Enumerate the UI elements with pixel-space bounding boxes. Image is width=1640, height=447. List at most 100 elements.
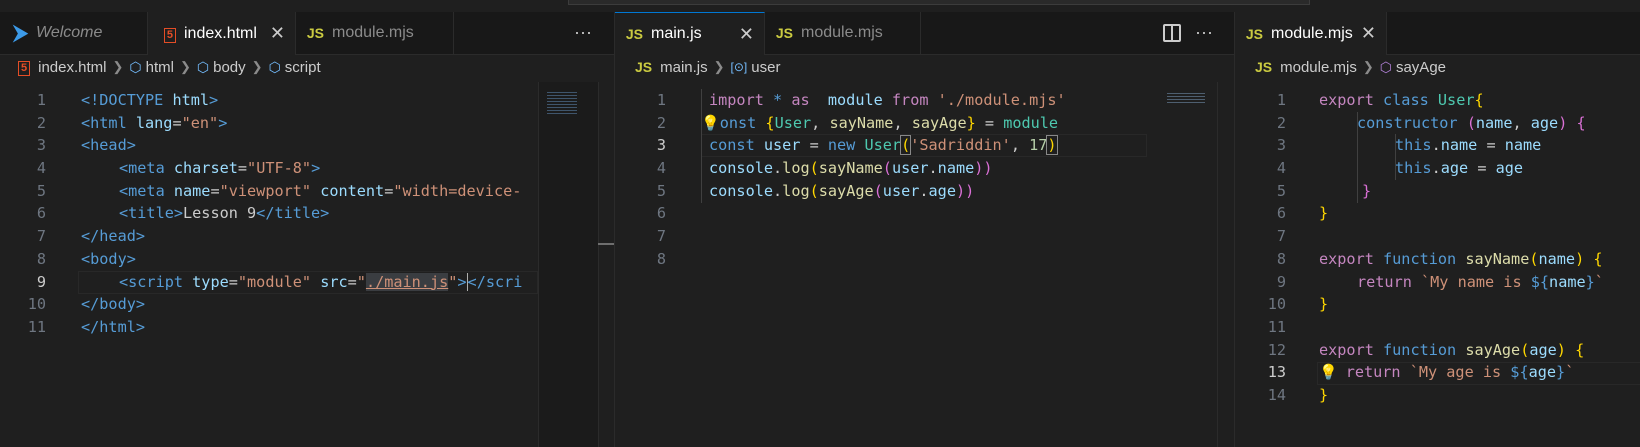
more-actions-icon[interactable]: ··· <box>1195 22 1213 43</box>
code-token: ( <box>1457 113 1476 132</box>
scrollbar-marker <box>598 243 614 245</box>
code-token: name <box>1549 272 1586 291</box>
code-token: = <box>1477 136 1505 155</box>
code-line: 1 import * as module from './module.mjs' <box>615 89 1234 112</box>
tab-module-mjs[interactable]: JS module.mjs ✕ <box>1235 12 1387 55</box>
line-number: 11 <box>1267 317 1286 336</box>
code-token: export <box>1319 91 1374 109</box>
line-number: 7 <box>1276 227 1286 246</box>
code-token: = <box>237 159 248 178</box>
code-line: 1 export class User{ <box>1235 89 1640 112</box>
code-token: } <box>966 113 976 132</box>
code-token: <title> <box>119 204 184 223</box>
code-line: 1 <!DOCTYPE html> <box>0 89 614 112</box>
code-token: </title> <box>256 204 330 223</box>
split-editor-icon[interactable] <box>1163 24 1181 42</box>
code-editor-right[interactable]: 1 export class User{ 2 constructor (name, … <box>1235 89 1640 407</box>
breadcrumb-item[interactable]: html <box>146 59 174 76</box>
code-token: ` <box>1565 363 1575 382</box>
breadcrumb-file[interactable]: module.mjs <box>1280 59 1357 76</box>
code-token: age <box>1528 363 1557 382</box>
code-line: 6} <box>1235 202 1640 225</box>
code-token: sayName <box>818 159 883 178</box>
code-token: name <box>1538 249 1576 268</box>
breadcrumb-item[interactable]: script <box>285 59 321 76</box>
tab-index-html[interactable]: 5 index.html ✕ <box>148 12 296 55</box>
code-token: } <box>1585 272 1595 291</box>
code-token: User <box>774 113 812 132</box>
more-actions-icon[interactable]: ··· <box>574 22 592 43</box>
code-token: return <box>1357 272 1412 291</box>
split-line <box>1171 26 1173 40</box>
tab-welcome[interactable]: ⮞ Welcome <box>0 12 148 54</box>
close-icon[interactable]: ✕ <box>1361 23 1376 44</box>
code-token: name <box>937 159 975 178</box>
code-token: age <box>1530 113 1559 132</box>
close-icon[interactable]: ✕ <box>739 24 754 45</box>
code-token: . <box>1431 159 1441 178</box>
code-token: console <box>709 159 774 178</box>
code-token: name <box>1475 113 1513 132</box>
code-editor-middle[interactable]: 1 import * as module from './module.mjs' … <box>615 89 1234 271</box>
code-token: ( <box>882 159 892 178</box>
close-icon[interactable]: ✕ <box>270 23 285 44</box>
breadcrumb-item[interactable]: body <box>213 59 246 76</box>
lightbulb-icon[interactable]: 💡 <box>701 114 720 132</box>
tab-module-mjs[interactable]: JS module.mjs <box>765 12 921 54</box>
code-token: User <box>864 136 902 155</box>
code-token: class <box>1373 91 1429 109</box>
line-number: 4 <box>1276 159 1286 178</box>
scrollbar-middle[interactable] <box>1217 82 1234 447</box>
code-editor-left[interactable]: 1 <!DOCTYPE html> 2 <html lang="en"> 3 <hea… <box>0 89 614 339</box>
code-token: > <box>457 272 468 291</box>
tab-main-js[interactable]: JS main.js ✕ <box>615 12 765 55</box>
breadcrumb-file[interactable]: main.js <box>660 59 708 76</box>
code-token: 17 <box>1029 136 1048 155</box>
scrollbar-left[interactable] <box>598 82 614 447</box>
code-line: 3 <head> <box>0 134 614 157</box>
code-token: html <box>172 91 210 109</box>
tab-module-mjs[interactable]: JS module.mjs <box>296 12 454 54</box>
line-number: 5 <box>36 181 46 200</box>
code-token: </body> <box>81 295 146 314</box>
variable-icon: [⊙] <box>730 60 748 74</box>
editor-group-left: ⮞ Welcome 5 index.html ✕ JS module.mjs ·… <box>0 12 614 447</box>
code-token: . <box>773 159 783 178</box>
breadcrumb-symbol[interactable]: sayAge <box>1396 59 1446 76</box>
code-line: 9 return `My name is ${name}` <box>1235 271 1640 294</box>
code-token: "width=device- <box>393 181 522 200</box>
code-token: = <box>210 181 220 200</box>
breadcrumb: 5 index.html ❯ ⬡ html ❯ ⬡ body ❯ ⬡ scrip… <box>0 54 614 80</box>
code-token: ) { <box>1558 113 1586 132</box>
command-center[interactable] <box>568 0 1310 5</box>
minimap[interactable] <box>538 82 599 447</box>
code-token: ( <box>873 181 883 200</box>
code-token: export <box>1319 249 1374 268</box>
link-main-js[interactable]: ./main.js <box>365 272 449 291</box>
js-icon: JS <box>635 59 653 75</box>
code-token: ( <box>1520 340 1530 359</box>
code-token: <meta <box>119 159 174 178</box>
breadcrumb-file[interactable]: index.html <box>38 59 106 76</box>
code-line: 11 </html> <box>0 316 614 339</box>
code-token: new <box>827 136 856 155</box>
lightbulb-icon[interactable]: 💡 <box>1319 363 1338 381</box>
code-token: import <box>709 91 764 109</box>
code-token: </html> <box>81 317 146 336</box>
code-line: 8 <box>615 248 1234 271</box>
editor-group-right: JS module.mjs ✕ JS module.mjs ❯ ⬡ sayAge… <box>1235 12 1640 447</box>
code-token: = <box>384 181 394 200</box>
breadcrumb-symbol[interactable]: user <box>751 59 780 76</box>
line-number: 10 <box>27 295 46 314</box>
code-token: sayName <box>829 113 894 132</box>
code-token: </scri <box>467 272 523 291</box>
code-token: "UTF-8" <box>247 159 312 178</box>
code-line: 7 </head> <box>0 225 614 248</box>
code-token: > <box>218 113 228 132</box>
code-line: 5} <box>1235 180 1640 203</box>
minimap[interactable] <box>1165 82 1217 447</box>
code-token: ) { <box>1556 340 1585 359</box>
code-token: const <box>709 136 755 155</box>
code-token: , <box>893 113 912 132</box>
